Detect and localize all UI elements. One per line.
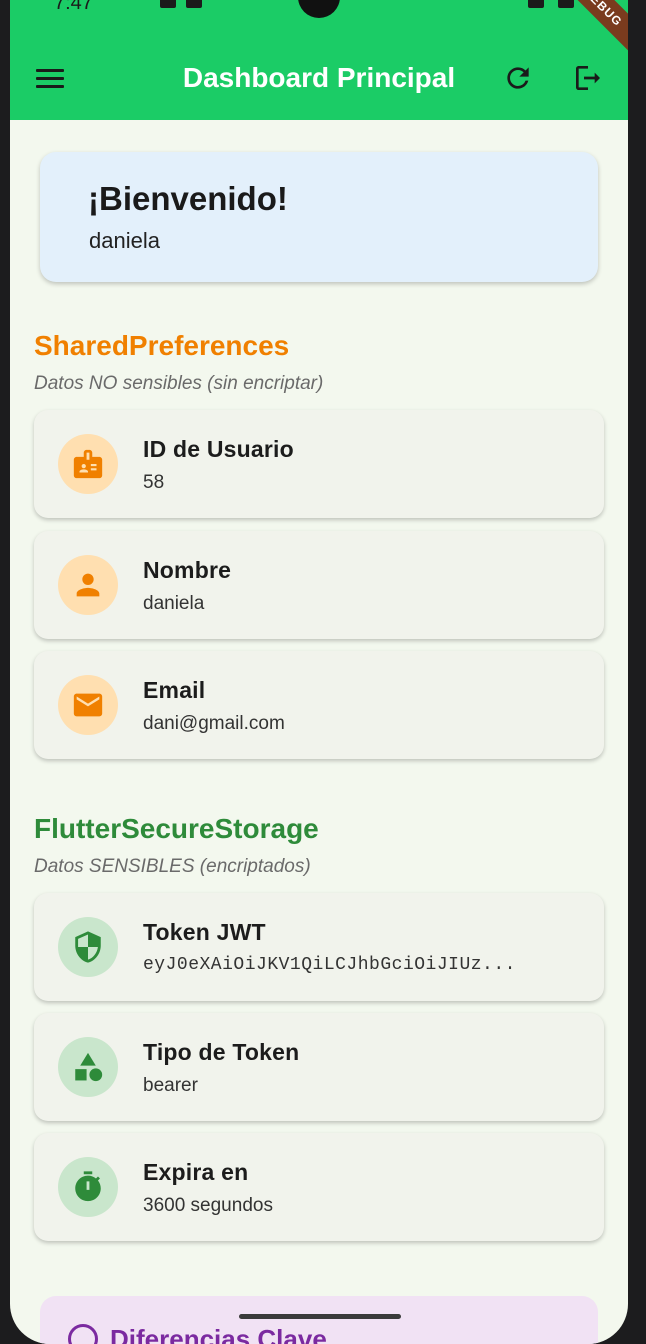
section-subtitle-secure-storage: Datos SENSIBLES (encriptados) bbox=[34, 856, 311, 877]
card-label: Expira en bbox=[143, 1159, 249, 1185]
status-icon bbox=[186, 0, 202, 8]
signal-icon bbox=[558, 0, 574, 8]
section-subtitle-shared-preferences: Datos NO sensibles (sin encriptar) bbox=[34, 373, 324, 394]
welcome-username: daniela bbox=[89, 228, 160, 253]
section-title-secure-storage: FlutterSecureStorage bbox=[34, 813, 319, 844]
refresh-button[interactable] bbox=[502, 62, 538, 98]
info-card-token-type: Tipo de Token bearer bbox=[34, 1013, 604, 1121]
info-icon bbox=[68, 1324, 98, 1344]
person-icon bbox=[58, 555, 118, 615]
status-time: 7:47 bbox=[54, 0, 93, 14]
refresh-icon bbox=[507, 67, 529, 89]
card-value: bearer bbox=[143, 1075, 198, 1096]
status-icon bbox=[160, 0, 176, 8]
card-label: Email bbox=[143, 677, 206, 703]
badge-icon bbox=[58, 434, 118, 494]
differences-title: Diferencias Clave bbox=[110, 1324, 327, 1344]
info-card-expires-in: Expira en 3600 segundos bbox=[34, 1133, 604, 1241]
card-value: 58 bbox=[143, 472, 165, 493]
card-value: dani@gmail.com bbox=[143, 713, 285, 734]
card-label: ID de Usuario bbox=[143, 436, 294, 462]
welcome-card: ¡Bienvenido! daniela bbox=[40, 152, 598, 282]
logout-icon bbox=[576, 66, 600, 90]
card-label: Token JWT bbox=[143, 919, 266, 945]
timer-icon bbox=[58, 1157, 118, 1217]
email-icon bbox=[58, 675, 118, 735]
differences-card: Diferencias Clave bbox=[40, 1296, 598, 1344]
card-value: eyJ0eXAiOiJKV1QiLCJhbGciOiJIUz... bbox=[143, 955, 516, 975]
wifi-icon bbox=[528, 0, 544, 8]
card-label: Nombre bbox=[143, 557, 232, 583]
app-bar: 7:47 DEBUG Dashboard Principal bbox=[10, 0, 628, 120]
welcome-title: ¡Bienvenido! bbox=[88, 180, 288, 217]
category-shapes-icon bbox=[58, 1037, 118, 1097]
section-title-shared-preferences: SharedPreferences bbox=[34, 330, 290, 361]
card-label: Tipo de Token bbox=[143, 1039, 300, 1065]
app-screen: 7:47 DEBUG Dashboard Principal ¡Bienveni… bbox=[10, 0, 628, 1344]
info-card-token-jwt: Token JWT eyJ0eXAiOiJKV1QiLCJhbGciOiJIUz… bbox=[34, 893, 604, 1001]
shield-icon bbox=[58, 917, 118, 977]
info-card-user-id: ID de Usuario 58 bbox=[34, 410, 604, 518]
info-card-name: Nombre daniela bbox=[34, 531, 604, 639]
info-card-email: Email dani@gmail.com bbox=[34, 651, 604, 759]
card-value: 3600 segundos bbox=[143, 1195, 273, 1216]
logout-button[interactable] bbox=[572, 62, 608, 98]
home-indicator[interactable] bbox=[239, 1314, 401, 1319]
card-value: daniela bbox=[143, 593, 205, 614]
